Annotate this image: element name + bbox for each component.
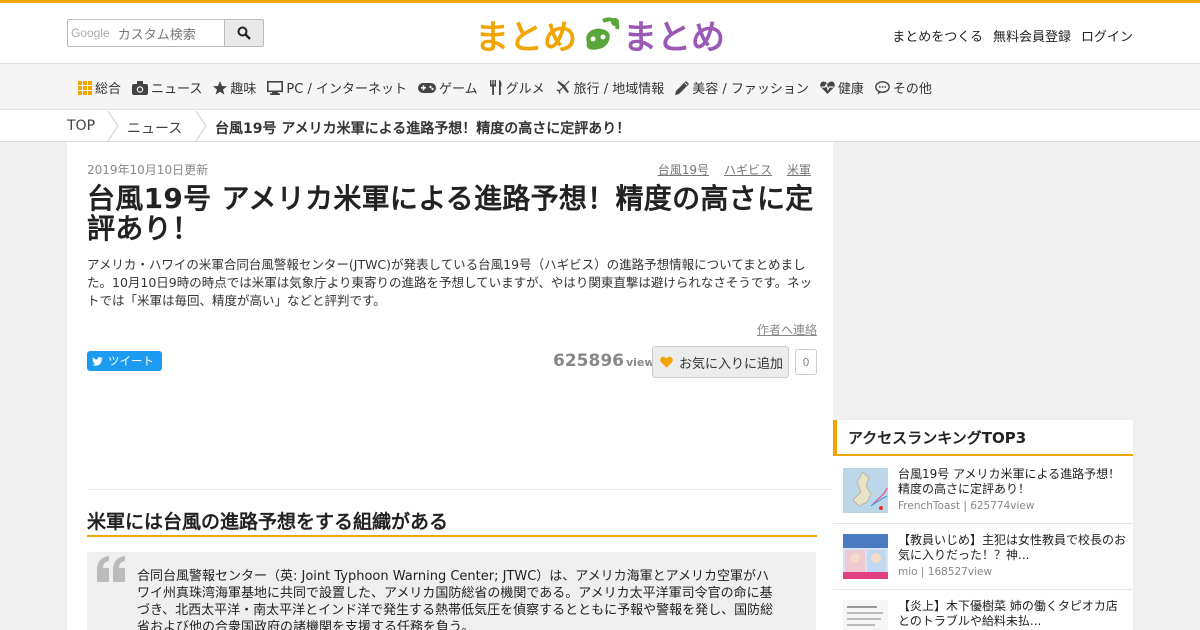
- search-form: Google カスタム検索: [67, 19, 264, 47]
- ranking-thumbnail-text: [843, 600, 888, 630]
- view-count: 625896 view: [553, 351, 655, 371]
- nav-item-label: 趣味: [230, 82, 257, 97]
- pen-icon: [675, 80, 690, 95]
- updated-date: 2019年10月10日更新: [87, 163, 209, 177]
- nav-item-label: ゲーム: [438, 82, 478, 97]
- access-ranking: アクセスランキングTOP3 台風19号 アメリカ米軍による進路予想！精度の高さに…: [833, 420, 1133, 630]
- logo-text-right: まとめ: [623, 18, 725, 57]
- register-link[interactable]: 無料会員登録: [993, 26, 1071, 45]
- article-title: 台風19号 アメリカ米軍による進路予想！精度の高さに定評あり！: [87, 182, 814, 245]
- section-divider: [87, 489, 833, 490]
- nav-item-label: 美容 / ファッション: [692, 82, 809, 97]
- nav-item-news[interactable]: ニュース: [132, 78, 202, 97]
- quote-text: 合同台風警報センター（英: Joint Typhoon Warning Cent…: [137, 569, 774, 630]
- search-brand: Google: [71, 26, 110, 40]
- create-matome-link[interactable]: まとめをつくる: [892, 26, 983, 45]
- nav-item-general[interactable]: 総合: [78, 78, 121, 97]
- breadcrumb-separator-icon: [195, 110, 207, 142]
- ranking-item[interactable]: 台風19号 アメリカ米軍による進路予想！精度の高さに定評あり！ FrenchTo…: [833, 458, 1133, 524]
- nav-item-label: 総合: [95, 82, 122, 97]
- site-logo[interactable]: まとめ まとめ: [475, 13, 725, 58]
- nav-item-beauty[interactable]: 美容 / ファッション: [675, 78, 809, 97]
- nav-item-label: PC / インターネット: [286, 82, 407, 97]
- breadcrumb-news[interactable]: ニュース: [127, 118, 182, 138]
- nav-item-travel[interactable]: 旅行 / 地域情報: [556, 78, 665, 97]
- search-icon: [237, 26, 251, 40]
- add-favorite-button[interactable]: お気に入りに追加: [652, 346, 789, 378]
- search-placeholder: カスタム検索: [117, 27, 196, 43]
- ranking-title: アクセスランキングTOP3: [833, 420, 1133, 456]
- ranking-item[interactable]: 【教員いじめ】主犯は女性教員で校長のお気に入りだった！？神... mio | 1…: [833, 524, 1133, 590]
- tag-link[interactable]: 米軍: [787, 161, 811, 178]
- twitter-bird-icon: [92, 356, 103, 366]
- grid-icon: [78, 80, 92, 95]
- article-lead: アメリカ・ハワイの米軍合同台風警報センター(JTWC)が発表している台風19号（…: [87, 257, 813, 308]
- tweet-label: ツイート: [108, 354, 154, 368]
- logo-text-left: まとめ: [475, 18, 577, 57]
- search-input[interactable]: Google カスタム検索: [67, 19, 224, 47]
- add-favorite-label: お気に入りに追加: [679, 356, 784, 372]
- ranking-item-title: 【炎上】木下優樹菜 姉の働くタピオカ店とのトラブルや給料未払...: [898, 599, 1118, 628]
- ranking-item-meta: mio | 168527view: [898, 566, 993, 578]
- article: 2019年10月10日更新 台風19号 ハギビス 米軍 台風19号 アメリカ米軍…: [67, 142, 833, 630]
- article-tags: 台風19号 ハギビス 米軍: [658, 161, 811, 178]
- search-button[interactable]: [224, 19, 264, 47]
- breadcrumb-current: 台風19号 アメリカ米軍による進路予想！精度の高さに定評あり！: [215, 121, 631, 137]
- contact-author-link[interactable]: 作者へ連絡: [757, 321, 817, 338]
- view-count-number: 625896: [553, 351, 624, 371]
- auth-links: まとめをつくる 無料会員登録 ログイン: [892, 26, 1133, 45]
- nav-item-hobby[interactable]: 趣味: [213, 78, 256, 97]
- ranking-item-meta: FrenchToast | 625774view: [898, 500, 1035, 512]
- nav-item-label: その他: [892, 82, 932, 97]
- nav-item-label: 健康: [837, 82, 864, 97]
- bubble-icon: [875, 80, 890, 94]
- ranking-thumbnail-tv: [843, 534, 888, 579]
- ranking-item-title: 【教員いじめ】主犯は女性教員で校長のお気に入りだった！？神...: [898, 533, 1127, 562]
- tag-link[interactable]: ハギビス: [724, 161, 772, 178]
- site-header: Google カスタム検索 まとめ まとめ まとめをつくる 無料会員登録 ログイ…: [0, 0, 1200, 64]
- nav-item-gourmet[interactable]: グルメ: [489, 78, 545, 97]
- ranking-thumbnail-map: [843, 468, 888, 513]
- star-icon: [213, 80, 228, 95]
- ranking-item-title: 台風19号 アメリカ米軍による進路予想！精度の高さに定評あり！: [898, 467, 1121, 496]
- ranking-item[interactable]: 【炎上】木下優樹菜 姉の働くタピオカ店とのトラブルや給料未払...: [833, 590, 1133, 630]
- monitor-icon: [267, 80, 284, 95]
- airplane-icon: [556, 80, 570, 94]
- nav-item-label: ニュース: [151, 82, 203, 97]
- section-heading: 米軍には台風の進路予想をする組織がある: [87, 507, 817, 537]
- logo-mark: まとめ まとめ: [475, 17, 725, 58]
- breadcrumb: TOP ニュース 台風19号 アメリカ米軍による進路予想！精度の高さに定評あり！: [0, 110, 1200, 142]
- view-count-unit: view: [625, 356, 655, 369]
- nav-item-game[interactable]: ゲーム: [417, 78, 478, 97]
- nav-item-other[interactable]: その他: [875, 78, 932, 97]
- tweet-button[interactable]: ツイート: [87, 351, 162, 371]
- tag-link[interactable]: 台風19号: [658, 161, 709, 178]
- heartbeat-icon: [820, 80, 835, 94]
- gamepad-icon: [417, 82, 436, 93]
- heart-icon: [660, 356, 673, 368]
- breadcrumb-separator-icon: [107, 110, 119, 142]
- nav-item-label: 旅行 / 地域情報: [573, 82, 665, 97]
- nav-item-health[interactable]: 健康: [820, 78, 864, 97]
- quote-block: 合同台風警報センター（英: Joint Typhoon Warning Cent…: [87, 552, 816, 630]
- camera-icon: [132, 80, 149, 95]
- fork-knife-icon: [489, 80, 502, 95]
- quote-icon: [97, 556, 125, 582]
- nav-item-pc[interactable]: PC / インターネット: [267, 78, 407, 97]
- favorite-count: 0: [795, 349, 817, 375]
- login-link[interactable]: ログイン: [1081, 26, 1133, 45]
- breadcrumb-top[interactable]: TOP: [67, 118, 95, 134]
- nav-item-label: グルメ: [505, 82, 545, 97]
- category-nav: 総合 ニュース 趣味 PC / インターネット ゲーム グルメ 旅行 / 地域情…: [0, 64, 1200, 110]
